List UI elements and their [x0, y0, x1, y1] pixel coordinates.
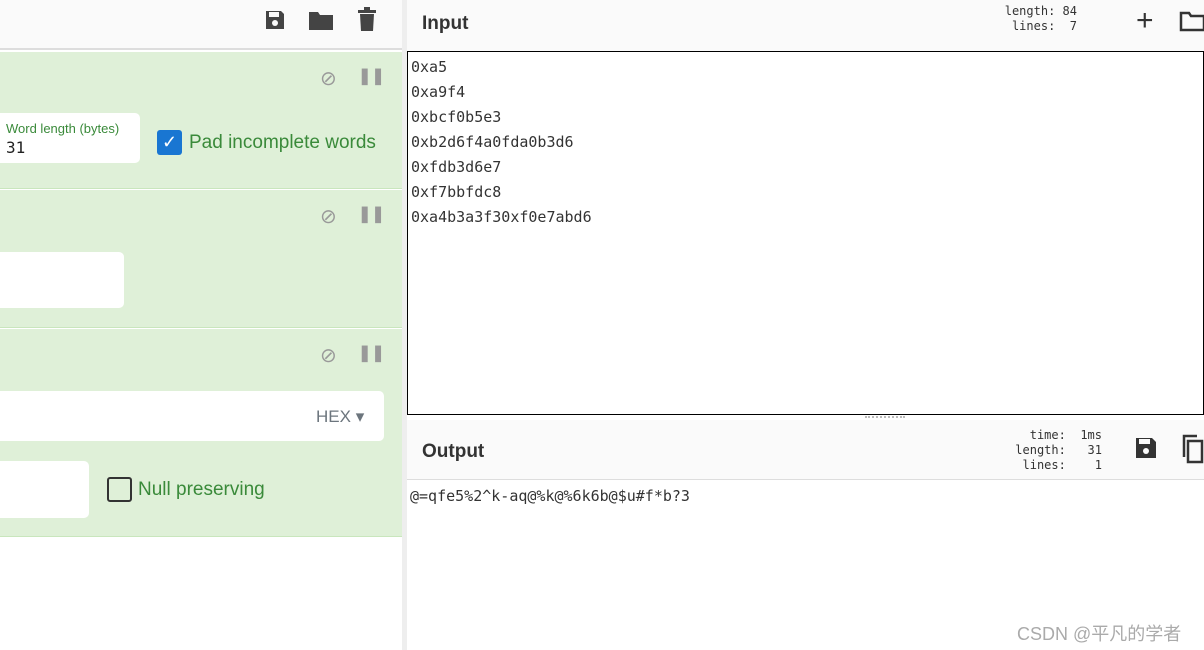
io-panel: Input length: 84 lines: 7 + 0xa5 0xa9f4 0xb…	[407, 0, 1204, 650]
pause-icon[interactable]: ❚❚	[358, 66, 385, 86]
input-line: 0xa5	[411, 58, 448, 76]
input-line: 0xf7bbfdc8	[411, 183, 502, 201]
null-preserving-checkbox[interactable]	[107, 477, 132, 502]
length-label: length:	[1015, 443, 1066, 457]
output-length: 31	[1087, 443, 1102, 457]
null-preserving-label: Null preserving	[138, 479, 265, 500]
input-lines: 7	[1069, 19, 1077, 33]
clear-recipe-icon[interactable]	[357, 7, 377, 32]
input-line: 0xbcf0b5e3	[411, 108, 502, 126]
output-header: Output time: 1ms length: 31 lines: 1	[407, 420, 1204, 480]
pause-icon[interactable]: ❚❚	[358, 204, 385, 224]
output-stats: time: 1ms length: 31 lines: 1	[997, 428, 1102, 473]
output-text[interactable]: @=qfe5%2^k-aq@%k@%6k6b@$u#f*b?3	[410, 484, 690, 509]
input-textarea[interactable]: 0xa5 0xa9f4 0xbcf0b5e3 0xb2d6f4a0fda0b3d6 0x…	[407, 51, 1204, 415]
add-tab-icon[interactable]: +	[1136, 4, 1154, 38]
length-label: length:	[1004, 4, 1056, 18]
lines-label: lines:	[1011, 19, 1056, 33]
input-line: 0xfdb3d6e7	[411, 158, 502, 176]
key-field[interactable]: HEX ▾	[0, 391, 384, 441]
input-title: Input	[422, 13, 469, 34]
watermark: CSDN @平凡的学者	[1017, 624, 1182, 644]
input-lines-container: 0xa5 0xa9f4 0xbcf0b5e3 0xb2d6f4a0fda0b3d6 0x…	[411, 55, 1200, 230]
output-title: Output	[422, 441, 485, 462]
operation-3: ⊘ ❚❚ HEX ▾ Null preserving	[0, 329, 402, 537]
pause-icon[interactable]: ❚❚	[358, 343, 385, 363]
word-length-label: Word length (bytes)	[6, 121, 120, 136]
operation-2: ⊘ ❚❚	[0, 190, 402, 328]
output-time: 1ms	[1080, 428, 1102, 442]
time-label: time:	[1029, 428, 1066, 442]
pad-incomplete-checkbox[interactable]: ✓	[157, 130, 182, 155]
input-line: 0xa4b3a3f30xf0e7abd6	[411, 208, 592, 226]
word-length-value[interactable]: 31	[6, 138, 25, 157]
operation-2-field[interactable]	[0, 252, 124, 308]
output-lines: 1	[1094, 458, 1102, 472]
recipe-panel: ⊘ ❚❚ Word length (bytes) 31 ✓ Pad incomp…	[0, 0, 402, 650]
lines-label: lines:	[1022, 458, 1066, 472]
input-line: 0xb2d6f4a0fda0b3d6	[411, 133, 574, 151]
key-format-value: HEX	[316, 407, 351, 426]
input-stats: length: 84 lines: 7	[987, 4, 1077, 34]
save-recipe-icon[interactable]	[263, 8, 287, 32]
word-length-field[interactable]: Word length (bytes) 31	[0, 113, 140, 163]
copy-output-icon[interactable]	[1179, 434, 1204, 464]
open-file-icon[interactable]	[1179, 10, 1204, 32]
disable-icon[interactable]: ⊘	[320, 204, 337, 229]
save-output-icon[interactable]	[1134, 436, 1158, 460]
pad-incomplete-label: Pad incomplete words	[189, 132, 376, 153]
recipe-header	[0, 0, 402, 50]
operation-1: ⊘ ❚❚ Word length (bytes) 31 ✓ Pad incomp…	[0, 52, 402, 189]
disable-icon[interactable]: ⊘	[320, 66, 337, 91]
load-recipe-icon[interactable]	[308, 9, 334, 31]
io-resizer[interactable]	[865, 416, 905, 419]
disable-icon[interactable]: ⊘	[320, 343, 337, 368]
key-format-dropdown[interactable]: HEX ▾	[316, 407, 364, 427]
input-line: 0xa9f4	[411, 83, 466, 101]
operation-3-field[interactable]	[0, 461, 89, 518]
input-header: Input length: 84 lines: 7 +	[407, 0, 1204, 51]
input-length: 84	[1062, 4, 1077, 18]
